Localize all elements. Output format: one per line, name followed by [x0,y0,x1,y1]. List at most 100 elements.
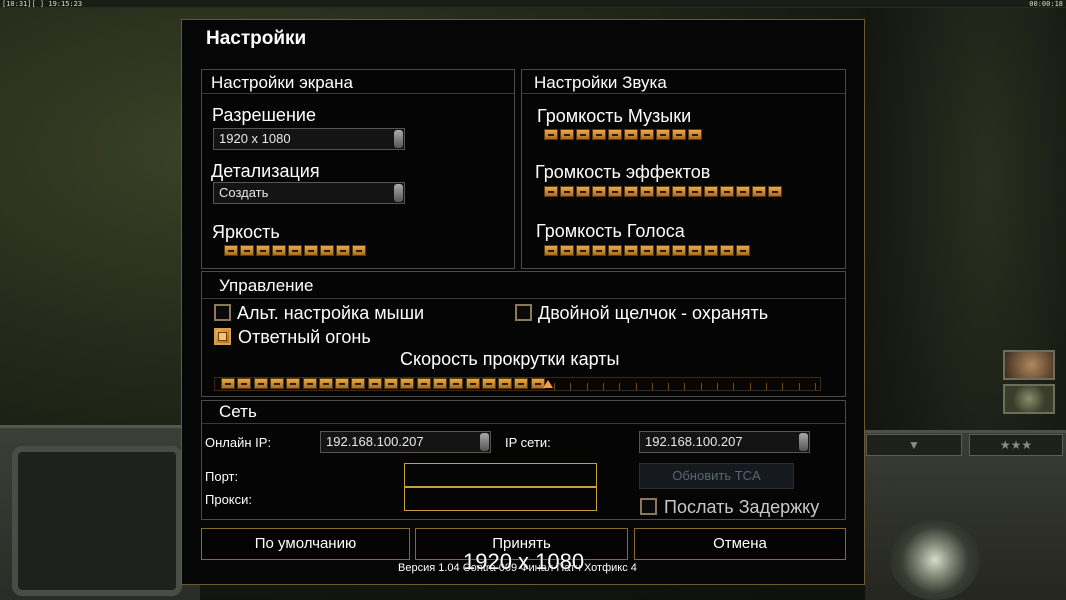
send-delay-checkbox[interactable] [640,498,657,515]
return-fire-checkbox[interactable] [214,328,231,345]
slider-tick [749,383,751,390]
voice-volume-label: Громкость Голоса [536,221,685,241]
music-volume-label: Громкость Музыки [537,106,692,126]
slider-tick [619,383,621,390]
slider-segment [336,245,350,256]
slider-segment [560,245,574,256]
unit-portrait-icon[interactable] [1003,350,1055,380]
effects-volume-label: Громкость эффектов [535,162,711,182]
slider-segment [335,378,350,389]
detail-label: Детализация [211,161,320,181]
screen-settings-title: Настройки экрана [211,73,353,92]
slider-segment [544,245,558,256]
double-click-label: Двойной щелчок - охранять [538,303,769,323]
dropdown-arrow-icon [799,433,808,451]
slider-segment [688,186,702,197]
slider-tick [668,383,670,390]
dropdown-arrow-icon [394,130,403,148]
slider-segment [465,378,480,389]
slider-segment [288,245,302,256]
network-ip-value: 192.168.100.207 [645,434,743,449]
slider-segment [656,186,670,197]
slider-segment [608,129,622,140]
slider-segment [304,245,318,256]
dropdown-arrow-icon [394,184,403,202]
resolution-label: Разрешение [212,105,316,125]
detail-select[interactable]: Создать [213,182,405,204]
port-label: Порт: [205,469,239,484]
slider-segment [576,129,590,140]
slider-segment [576,186,590,197]
resolution-value: 1920 x 1080 [219,131,291,146]
slider-segment [302,378,317,389]
slider-tick [684,383,686,390]
slider-tick [586,383,588,390]
cancel-button[interactable]: Отмена [634,528,846,560]
slider-segment [240,245,254,256]
brightness-slider[interactable] [224,245,366,256]
slider-tick [782,383,784,390]
network-title: Сеть [219,402,257,421]
proxy-input[interactable] [404,487,597,511]
defaults-button[interactable]: По умолчанию [201,528,410,560]
radar-dial [890,520,980,600]
slider-segment [318,378,333,389]
slider-segment [384,378,398,389]
slider-segment [720,245,734,256]
slider-tick [798,383,800,390]
double-click-checkbox[interactable] [515,304,532,321]
network-ip-label: IP сети: [505,435,551,450]
voice-volume-slider[interactable] [544,245,750,256]
resolution-select[interactable]: 1920 x 1080 [213,128,405,150]
slider-segment [592,129,606,140]
brightness-label: Яркость [212,222,280,242]
slider-segment [256,245,270,256]
slider-segment [672,245,686,256]
slider-segment [514,378,529,389]
slider-thumb[interactable] [543,380,553,388]
slider-segment [544,186,558,197]
detail-value: Создать [219,185,269,200]
slider-segment [688,245,702,256]
slider-tick [570,383,572,390]
slider-segment [624,245,638,256]
slider-segment [608,245,622,256]
scroll-speed-slider[interactable] [214,377,821,391]
music-volume-slider[interactable] [544,129,702,140]
slider-tick [733,383,735,390]
left-clock: [10:31][ ] 19:15:23 [2,0,83,8]
slider-segment [576,245,590,256]
slider-segment [704,186,718,197]
slider-segment [320,245,334,256]
send-delay-label: Послать Задержку [664,497,820,517]
slider-segment [592,186,606,197]
slider-segment [736,245,750,256]
proxy-label: Прокси: [205,492,253,507]
controls-title: Управление [219,276,314,295]
online-ip-value: 192.168.100.207 [326,434,424,449]
alt-mouse-label: Альт. настройка мыши [237,303,425,323]
update-tca-button[interactable]: Обновить TCA [639,463,794,489]
port-input[interactable] [404,463,597,487]
slider-segment [498,378,513,389]
slider-segment [736,186,750,197]
slider-segment [720,186,734,197]
status-strip: [10:31][ ] 19:15:23 00:00:18 [0,0,1066,8]
slider-segment [272,245,286,256]
alt-mouse-checkbox[interactable] [214,304,231,321]
slider-segment [672,129,686,140]
resolution-overlay: 1920 x 1080 [463,549,585,574]
slider-tick [814,383,816,390]
slider-segment [449,378,464,389]
online-ip-select[interactable]: 192.168.100.207 [320,431,491,453]
slider-tick [635,383,637,390]
effects-volume-slider[interactable] [544,186,782,197]
target-icon[interactable] [1003,384,1055,414]
network-ip-select[interactable]: 192.168.100.207 [639,431,810,453]
slider-segment [286,378,301,389]
slider-segment [560,129,574,140]
slider-segment [640,186,654,197]
chevron-down-icon[interactable]: ▼ [866,434,962,456]
right-clock: 00:00:18 [1029,0,1063,8]
star-rank-icon[interactable]: ★★★ [969,434,1063,456]
